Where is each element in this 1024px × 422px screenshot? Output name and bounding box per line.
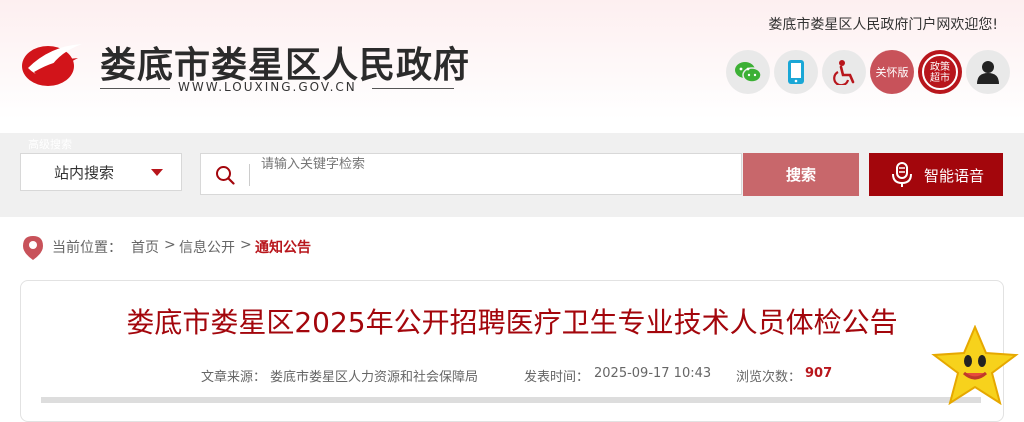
wechat-icon bbox=[735, 62, 762, 83]
breadcrumb-separator: > bbox=[240, 237, 252, 253]
breadcrumb-home[interactable]: 首页 bbox=[131, 237, 159, 257]
divider bbox=[249, 164, 250, 186]
divider bbox=[100, 88, 170, 89]
views-label: 浏览次数： bbox=[736, 370, 802, 385]
article-views: 907 bbox=[805, 366, 833, 381]
search-input[interactable] bbox=[261, 154, 731, 172]
breadcrumb-prefix: 当前位置： bbox=[52, 240, 122, 256]
breadcrumb-separator: > bbox=[164, 237, 176, 253]
article-time: 2025-09-17 10:43 bbox=[594, 366, 712, 381]
search-icon bbox=[216, 166, 235, 185]
article-card: 娄底市娄星区2025年公开招聘医疗卫生专业技术人员体检公告 文章来源： 娄底市娄… bbox=[20, 280, 1004, 422]
breadcrumb-info[interactable]: 信息公开 bbox=[179, 237, 235, 257]
accessibility-button[interactable] bbox=[822, 50, 866, 94]
policy-label-bottom: 超市 bbox=[930, 73, 950, 84]
search-scope-label: 站内搜索 bbox=[54, 164, 115, 182]
star-mascot-icon[interactable] bbox=[930, 325, 1020, 405]
site-url: WWW.LOUXING.GOV.CN bbox=[178, 80, 357, 94]
breadcrumb-current[interactable]: 通知公告 bbox=[255, 237, 311, 257]
search-button[interactable]: 搜索 bbox=[743, 153, 859, 196]
microphone-icon bbox=[892, 162, 912, 187]
content-divider bbox=[41, 397, 981, 403]
logo-icon[interactable] bbox=[20, 38, 92, 88]
user-icon bbox=[977, 61, 999, 84]
search-box bbox=[200, 153, 742, 195]
welcome-text: 娄底市娄星区人民政府门户网欢迎您! bbox=[768, 17, 998, 33]
voice-search-button[interactable]: 智能语音 bbox=[869, 153, 1003, 196]
policy-market-badge: 政策 超市 bbox=[922, 54, 958, 90]
policy-label-top: 政策 bbox=[930, 62, 950, 73]
article-source: 娄底市娄星区人力资源和社会保障局 bbox=[270, 370, 479, 385]
search-bar: 高级搜索 站内搜索 搜索 智能语音 bbox=[0, 133, 1024, 217]
source-label: 文章来源： bbox=[201, 370, 267, 385]
location-pin-icon bbox=[23, 236, 43, 260]
article-title: 娄底市娄星区2025年公开招聘医疗卫生专业技术人员体检公告 bbox=[126, 306, 898, 339]
accessibility-icon bbox=[833, 60, 855, 85]
mobile-button[interactable] bbox=[774, 50, 818, 94]
care-mode-button[interactable]: 关怀版 bbox=[870, 50, 914, 94]
divider bbox=[372, 88, 454, 89]
wechat-button[interactable] bbox=[726, 50, 770, 94]
mobile-icon bbox=[788, 60, 804, 84]
site-header: 娄底市娄星区人民政府 WWW.LOUXING.GOV.CN 娄底市娄星区人民政府… bbox=[0, 0, 1024, 132]
site-url-row: WWW.LOUXING.GOV.CN bbox=[100, 80, 454, 96]
user-button[interactable] bbox=[966, 50, 1010, 94]
voice-search-label: 智能语音 bbox=[924, 167, 985, 185]
search-scope-select[interactable]: 站内搜索 bbox=[20, 153, 182, 191]
chevron-down-icon bbox=[151, 169, 163, 176]
time-label: 发表时间： bbox=[524, 370, 590, 385]
advanced-search-link[interactable]: 高级搜索 bbox=[28, 136, 72, 152]
policy-market-button[interactable]: 政策 超市 bbox=[918, 50, 962, 94]
